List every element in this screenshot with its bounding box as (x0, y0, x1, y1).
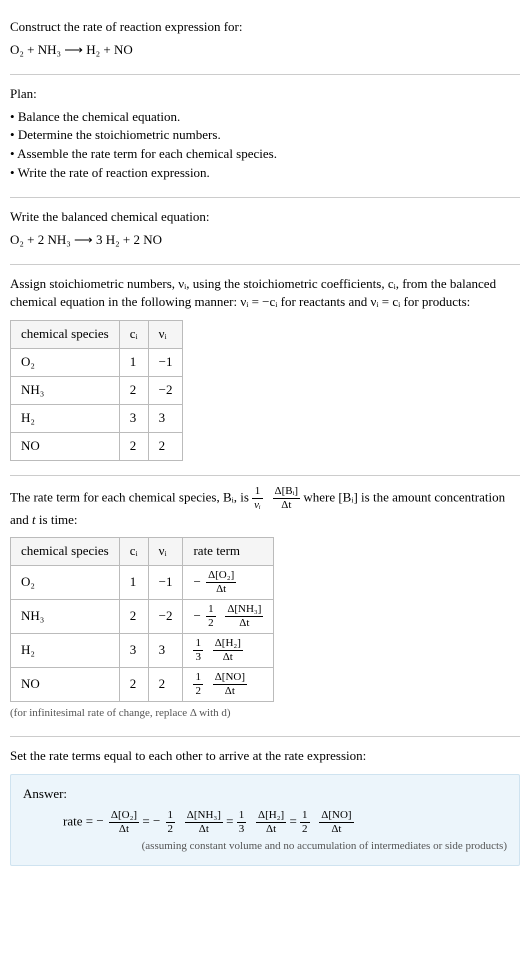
table-row: NH₃ 2 −2 (11, 376, 183, 404)
answer-label: Answer: (23, 785, 507, 804)
rate-coef: 1 2 (193, 672, 203, 697)
cell-vi: −2 (148, 600, 183, 634)
frac-dBi-dt: Δ[Bᵢ] Δt (273, 486, 301, 511)
balanced-equation: O₂ + 2 NH₃ ⟶ 3 H₂ + 2 NO (10, 231, 520, 250)
frac-1-over-nu: 1 νᵢ (252, 486, 263, 511)
cell-rate: 1 3 Δ[H₂] Δt (183, 634, 274, 668)
table-header-row: chemical species cᵢ νᵢ rate term (11, 538, 274, 566)
cell-species: NO (11, 668, 120, 702)
rateterm-footnote: (for infinitesimal rate of change, repla… (10, 706, 520, 722)
col-species: chemical species (11, 538, 120, 566)
rate-frac: Δ[NO] Δt (213, 672, 247, 697)
setequal-text: Set the rate terms equal to each other t… (10, 747, 520, 766)
cell-ci: 2 (119, 600, 148, 634)
cell-species: NH₃ (11, 600, 120, 634)
cell-species: H₂ (11, 404, 120, 432)
cell-vi: −1 (148, 349, 183, 377)
plan-section: Plan: Balance the chemical equation. Det… (10, 75, 520, 198)
cell-ci: 2 (119, 432, 148, 460)
stoich-section: Assign stoichiometric numbers, νᵢ, using… (10, 265, 520, 476)
cell-species: NO (11, 432, 120, 460)
col-vi: νᵢ (148, 321, 183, 349)
rate-frac: Δ[NH₃] Δt (225, 604, 263, 629)
term-2-coef: 1 2 (166, 810, 176, 835)
intro-text-c: is time: (39, 512, 78, 527)
rate-prefix: rate = (63, 813, 96, 828)
term-4: Δ[NO] Δt (319, 810, 353, 835)
intro-text-a: The rate term for each chemical species,… (10, 489, 252, 504)
plan-item: Assemble the rate term for each chemical… (10, 145, 520, 164)
cell-species: O₂ (11, 566, 120, 600)
cell-ci: 3 (119, 634, 148, 668)
rate-frac: Δ[H₂] Δt (213, 638, 243, 663)
equals-sign: = (289, 813, 300, 828)
equals-sign: = (142, 813, 153, 828)
cell-ci: 2 (119, 376, 148, 404)
cell-species: O₂ (11, 349, 120, 377)
assumption-note: (assuming constant volume and no accumul… (23, 839, 507, 855)
cell-ci: 1 (119, 349, 148, 377)
col-vi: νᵢ (148, 538, 183, 566)
table-row: NH₃ 2 −2 − 1 2 Δ[NH₃] Δt (11, 600, 274, 634)
table-row: H₂ 3 3 (11, 404, 183, 432)
plan-list: Balance the chemical equation. Determine… (10, 108, 520, 183)
table-row: NO 2 2 1 2 Δ[NO] Δt (11, 668, 274, 702)
col-species: chemical species (11, 321, 120, 349)
stoich-intro: Assign stoichiometric numbers, νᵢ, using… (10, 275, 520, 313)
rate-expression: rate = − Δ[O₂] Δt = − 1 2 Δ[NH₃] Δt = 1 … (63, 810, 507, 835)
rateterm-table: chemical species cᵢ νᵢ rate term O₂ 1 −1… (10, 537, 274, 702)
rateterm-section: The rate term for each chemical species,… (10, 476, 520, 738)
term-3-coef: 1 3 (237, 810, 247, 835)
cell-vi: 3 (148, 404, 183, 432)
col-rate: rate term (183, 538, 274, 566)
prompt-section: Construct the rate of reaction expressio… (10, 8, 520, 75)
cell-ci: 2 (119, 668, 148, 702)
rate-coef: 1 2 (206, 604, 216, 629)
plan-title: Plan: (10, 85, 520, 104)
table-row: O₂ 1 −1 − Δ[O₂] Δt (11, 566, 274, 600)
table-row: O₂ 1 −1 (11, 349, 183, 377)
unbalanced-equation: O₂ + NH₃ ⟶ H₂ + NO (10, 41, 520, 60)
cell-vi: 2 (148, 432, 183, 460)
cell-species: NH₃ (11, 376, 120, 404)
cell-vi: −2 (148, 376, 183, 404)
cell-vi: −1 (148, 566, 183, 600)
rate-coef: 1 3 (193, 638, 203, 663)
final-section: Set the rate terms equal to each other t… (10, 737, 520, 880)
cell-rate: 1 2 Δ[NO] Δt (183, 668, 274, 702)
prompt-text: Construct the rate of reaction expressio… (10, 18, 520, 37)
col-ci: cᵢ (119, 538, 148, 566)
t-var: t (32, 512, 36, 527)
stoich-table: chemical species cᵢ νᵢ O₂ 1 −1 NH₃ 2 −2 … (10, 320, 183, 460)
answer-box: Answer: rate = − Δ[O₂] Δt = − 1 2 Δ[NH₃]… (10, 774, 520, 866)
plan-item: Determine the stoichiometric numbers. (10, 126, 520, 145)
table-row: NO 2 2 (11, 432, 183, 460)
rate-frac: Δ[O₂] Δt (206, 570, 236, 595)
term-3: Δ[H₂] Δt (256, 810, 286, 835)
balanced-title: Write the balanced chemical equation: (10, 208, 520, 227)
cell-vi: 2 (148, 668, 183, 702)
plan-item: Write the rate of reaction expression. (10, 164, 520, 183)
cell-vi: 3 (148, 634, 183, 668)
cell-rate: − Δ[O₂] Δt (183, 566, 274, 600)
term-2: Δ[NH₃] Δt (185, 810, 223, 835)
balanced-section: Write the balanced chemical equation: O₂… (10, 198, 520, 265)
table-header-row: chemical species cᵢ νᵢ (11, 321, 183, 349)
equals-sign: = (226, 813, 237, 828)
cell-ci: 3 (119, 404, 148, 432)
term-1: Δ[O₂] Δt (109, 810, 139, 835)
term-4-coef: 1 2 (300, 810, 310, 835)
cell-species: H₂ (11, 634, 120, 668)
col-ci: cᵢ (119, 321, 148, 349)
plan-item: Balance the chemical equation. (10, 108, 520, 127)
table-row: H₂ 3 3 1 3 Δ[H₂] Δt (11, 634, 274, 668)
cell-rate: − 1 2 Δ[NH₃] Δt (183, 600, 274, 634)
rateterm-intro: The rate term for each chemical species,… (10, 486, 520, 530)
cell-ci: 1 (119, 566, 148, 600)
